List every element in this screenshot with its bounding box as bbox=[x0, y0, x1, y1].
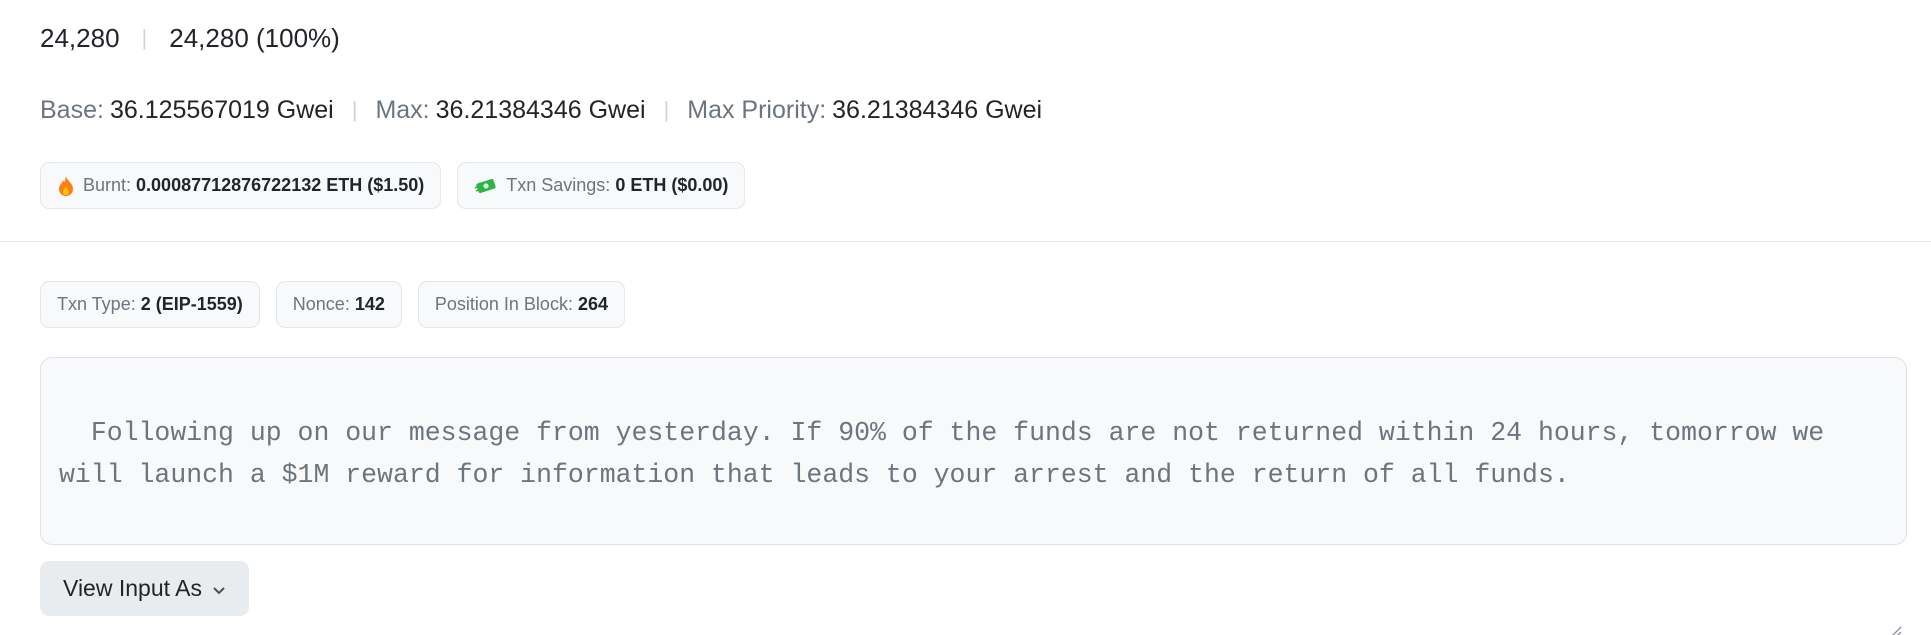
chevron-down-icon bbox=[212, 575, 226, 602]
view-input-as-label: View Input As bbox=[63, 575, 202, 601]
nonce-badge: Nonce: 142 bbox=[275, 281, 402, 328]
txn-type-value: 2 (EIP-1559) bbox=[140, 294, 243, 314]
resize-handle-icon[interactable] bbox=[1888, 526, 1902, 635]
section-divider bbox=[0, 241, 1931, 242]
txn-type-badge: Txn Type: 2 (EIP-1559) bbox=[40, 281, 260, 328]
txn-attribute-badges: Txn Type: 2 (EIP-1559) Nonce: 142 Positi… bbox=[40, 281, 625, 328]
position-label: Position In Block: bbox=[434, 294, 573, 314]
base-fee-value: 36.125567019 Gwei bbox=[109, 95, 334, 124]
txn-type-label: Txn Type: bbox=[57, 294, 136, 314]
separator: | bbox=[351, 97, 358, 122]
view-input-as-button[interactable]: View Input As bbox=[40, 561, 249, 616]
base-fee-label: Base: bbox=[40, 95, 104, 124]
fee-badges: Burnt: 0.00087712876722132 ETH ($1.50) T… bbox=[40, 162, 746, 209]
max-fee-value: 36.21384346 Gwei bbox=[435, 95, 646, 124]
gas-usage-row: 24,280 | 24,280 (100%) bbox=[40, 20, 340, 56]
gas-used: 24,280 (100%) bbox=[169, 22, 340, 53]
separator: | bbox=[141, 25, 148, 50]
nonce-label: Nonce: bbox=[292, 294, 350, 314]
burnt-label: Burnt: bbox=[83, 175, 132, 195]
txn-savings-value: 0 ETH ($0.00) bbox=[615, 175, 729, 195]
fire-icon bbox=[57, 175, 75, 196]
max-priority-value: 36.21384346 Gwei bbox=[832, 95, 1043, 124]
nonce-value: 142 bbox=[354, 294, 385, 314]
max-fee-label: Max: bbox=[375, 95, 430, 124]
money-icon bbox=[474, 177, 498, 195]
burnt-value: 0.00087712876722132 ETH ($1.50) bbox=[136, 175, 425, 195]
max-priority-label: Max Priority: bbox=[687, 95, 827, 124]
burnt-badge: Burnt: 0.00087712876722132 ETH ($1.50) bbox=[40, 162, 442, 209]
input-data-textarea[interactable]: Following up on our message from yesterd… bbox=[40, 357, 1907, 635]
position-badge: Position In Block: 264 bbox=[417, 281, 625, 328]
txn-savings-label: Txn Savings: bbox=[506, 175, 611, 195]
txn-savings-badge: Txn Savings: 0 ETH ($0.00) bbox=[457, 162, 746, 209]
gas-fees-row: Base: 36.125567019 Gwei | Max: 36.213843… bbox=[40, 92, 1042, 128]
separator: | bbox=[663, 97, 670, 122]
gas-limit: 24,280 bbox=[40, 22, 120, 53]
position-value: 264 bbox=[577, 294, 608, 314]
input-data-text: Following up on our message from yesterd… bbox=[59, 418, 1841, 490]
